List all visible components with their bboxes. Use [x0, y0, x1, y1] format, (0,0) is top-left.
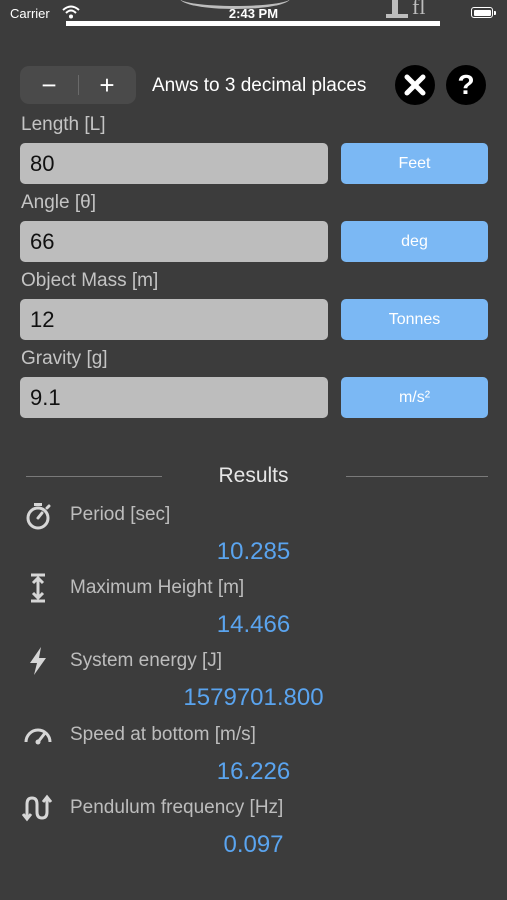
stopwatch-icon	[26, 503, 51, 530]
precision-label: Anws to 3 decimal places	[152, 75, 367, 96]
precision-stepper[interactable]: − +	[20, 66, 136, 104]
gravity-label: Gravity [g]	[21, 348, 108, 369]
max-height-label: Maximum Height [m]	[70, 577, 245, 598]
speed-label: Speed at bottom [m/s]	[70, 724, 256, 745]
speedometer-icon	[24, 728, 52, 745]
length-label: Length [L]	[21, 114, 106, 135]
frequency-label: Pendulum frequency [Hz]	[70, 797, 284, 818]
height-icon	[31, 573, 45, 603]
lightning-icon	[30, 647, 46, 675]
status-time: 2:43 PM	[228, 6, 279, 21]
increment-button[interactable]: +	[78, 66, 136, 104]
clear-button[interactable]	[395, 65, 435, 105]
header-underline	[66, 21, 440, 26]
speed-value: 16.226	[216, 758, 291, 785]
battery-icon	[471, 7, 496, 18]
results-divider-right	[346, 476, 488, 477]
frequency-icon	[22, 794, 53, 822]
gravity-unit-button[interactable]: m/s²	[341, 377, 488, 418]
period-label: Period [sec]	[70, 504, 171, 525]
length-input[interactable]	[20, 143, 328, 184]
angle-unit-button[interactable]: deg	[341, 221, 488, 262]
period-value: 10.285	[216, 538, 291, 565]
question-mark-icon: ?	[457, 69, 475, 100]
close-icon	[404, 74, 426, 96]
angle-input[interactable]	[20, 221, 328, 262]
system-energy-value: 1579701.800	[183, 684, 324, 711]
decrement-button[interactable]: −	[20, 66, 78, 104]
angle-label: Angle [θ]	[21, 192, 96, 213]
help-button[interactable]: ?	[446, 65, 486, 105]
length-unit-button[interactable]: Feet	[341, 143, 488, 184]
max-height-value: 14.466	[216, 611, 291, 638]
mass-input[interactable]	[20, 299, 328, 340]
system-energy-label: System energy [J]	[70, 650, 223, 671]
mass-unit-button[interactable]: Tonnes	[341, 299, 488, 340]
mass-label: Object Mass [m]	[21, 270, 159, 291]
frequency-value: 0.097	[223, 831, 284, 858]
gravity-input[interactable]	[20, 377, 328, 418]
